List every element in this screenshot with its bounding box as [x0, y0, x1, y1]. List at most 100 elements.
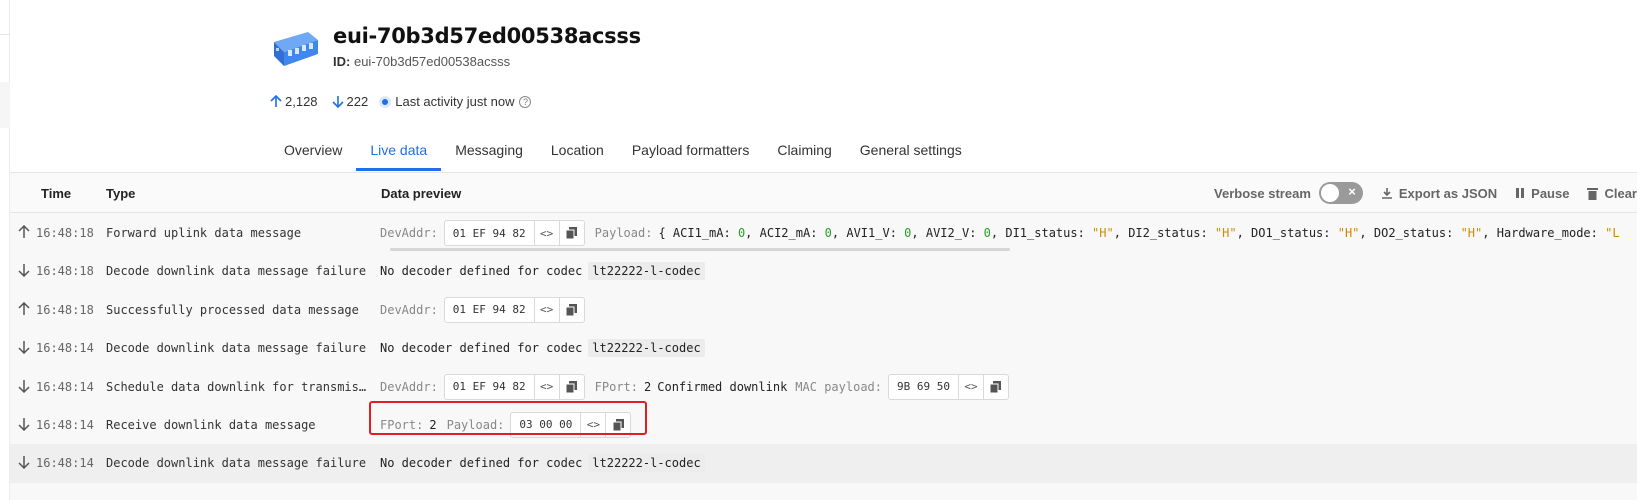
copy-icon[interactable]	[558, 374, 584, 399]
row-time: 16:48:14	[36, 456, 94, 471]
sidebar-edge	[0, 0, 10, 500]
table-row[interactable]: 16:48:18 Forward uplink data message Dev…	[10, 214, 1637, 252]
event-list: 16:48:18 Forward uplink data message Dev…	[10, 214, 1637, 483]
copy-icon[interactable]	[558, 297, 584, 322]
copy-icon[interactable]	[982, 374, 1008, 399]
clear-button[interactable]: Clear	[1587, 186, 1637, 201]
tab-messaging[interactable]: Messaging	[441, 130, 537, 170]
payload-field-key: DI2_status	[1128, 226, 1201, 240]
confirmed-downlink: Confirmed downlink	[657, 379, 788, 394]
activity-dot-icon	[382, 98, 389, 105]
fport-value: 2	[644, 379, 652, 394]
horizontal-scrollbar[interactable]	[390, 248, 1010, 251]
trash-icon	[1587, 187, 1599, 200]
arrow-up-icon	[270, 95, 282, 107]
device-id-value: eui-70b3d57ed00538acsss	[353, 54, 511, 69]
table-row[interactable]: 16:48:14 Decode downlink data message fa…	[10, 444, 1637, 483]
payload-field-value: "H"	[1337, 226, 1360, 240]
pause-button[interactable]: Pause	[1515, 186, 1569, 201]
row-type: Decode downlink data message failure	[106, 456, 367, 471]
tab-payload-formatters[interactable]: Payload formatters	[618, 130, 764, 170]
payload-field-key: AVI2_V	[925, 226, 970, 240]
devaddr-value: 01 EF 94 82	[452, 380, 526, 394]
arrow-down-icon	[18, 379, 30, 393]
arrow-down-icon	[18, 341, 30, 355]
code-toggle-icon[interactable]: <>	[533, 297, 559, 322]
device-id-label: ID:	[333, 54, 351, 69]
row-type: Decode downlink data message failure	[106, 341, 367, 356]
device-icon	[274, 32, 318, 66]
verbose-stream-toggle[interactable]: ×	[1318, 182, 1363, 204]
payload-field-key: ACI2_mA	[759, 226, 811, 240]
codec-name: lt22222-l-codec	[588, 339, 705, 358]
row-time: 16:48:18	[36, 302, 94, 317]
download-icon	[1381, 187, 1392, 199]
code-toggle-icon[interactable]: <>	[957, 374, 983, 399]
row-time: 16:48:18	[36, 226, 94, 240]
uplink-count: 2,128	[270, 94, 318, 109]
help-icon[interactable]: ?	[519, 95, 532, 108]
tab-general-settings[interactable]: General settings	[846, 130, 976, 170]
row-type: Successfully processed data message	[106, 302, 359, 317]
device-id: ID: eui-70b3d57ed00538acsss	[333, 54, 510, 69]
verbose-stream-label: Verbose stream	[1214, 185, 1311, 201]
device-title: eui-70b3d57ed00538acsss	[333, 24, 641, 48]
payload-field-value: "H"	[1460, 226, 1483, 240]
codec-name: lt22222-l-codec	[588, 454, 705, 473]
copy-icon[interactable]	[558, 221, 584, 245]
column-type: Type	[106, 186, 136, 201]
row-preview: DevAddr: 01 EF 94 82 <> Payload: { ACI1_…	[380, 219, 1620, 247]
toggle-knob	[1320, 184, 1339, 202]
payload-preview: { ACI1_mA: 0, ACI2_mA: 0, AVI1_V: 0, AVI…	[658, 226, 1620, 240]
table-row[interactable]: 16:48:18 Successfully processed data mes…	[10, 291, 1637, 329]
devaddr-label: DevAddr:	[380, 379, 438, 394]
table-row[interactable]: 16:48:14 Receive downlink data message F…	[10, 406, 1637, 444]
codec-name: lt22222-l-codec	[588, 262, 705, 281]
table-row[interactable]: 16:48:18 Decode downlink data message fa…	[10, 252, 1637, 290]
devaddr-box: 01 EF 94 82 <>	[443, 220, 585, 246]
table-row[interactable]: 16:48:14 Schedule data downlink for tran…	[10, 368, 1637, 406]
tab-live-data[interactable]: Live data	[356, 130, 442, 171]
payload-field-value: 0	[904, 226, 912, 240]
live-data-panel: Time Type Data preview Verbose stream × …	[10, 173, 1637, 500]
arrow-up-icon	[18, 301, 30, 315]
row-time: 16:48:18	[36, 264, 94, 279]
payload-field-key: AVI1_V	[846, 226, 890, 240]
decoder-message: No decoder defined for codec	[380, 264, 583, 279]
close-icon: ×	[1348, 184, 1356, 199]
highlight-box	[369, 401, 647, 435]
payload-field-value: 0	[824, 226, 832, 240]
tab-claiming[interactable]: Claiming	[763, 130, 845, 170]
pause-icon	[1516, 188, 1525, 198]
row-preview: No decoder defined for codec lt22222-l-c…	[380, 449, 705, 477]
downlink-count: 222	[331, 94, 368, 109]
row-time: 16:48:14	[36, 379, 94, 394]
tab-overview[interactable]: Overview	[270, 130, 356, 170]
payload-field-value: "H"	[1214, 226, 1237, 240]
pause-label: Pause	[1531, 185, 1570, 201]
row-type: Receive downlink data message	[106, 417, 316, 432]
payload-label: Payload:	[594, 226, 653, 240]
code-toggle-icon[interactable]: <>	[533, 374, 559, 399]
arrow-up-icon	[18, 225, 30, 238]
code-toggle-icon[interactable]: <>	[533, 221, 559, 245]
row-preview: No decoder defined for codec lt22222-l-c…	[380, 257, 705, 285]
arrow-down-icon	[18, 417, 30, 431]
devaddr-box: 01 EF 94 82 <>	[443, 373, 585, 400]
export-json-button[interactable]: Export as JSON	[1381, 186, 1497, 201]
row-type: Decode downlink data message failure	[106, 264, 367, 279]
devaddr-label: DevAddr:	[380, 302, 438, 317]
table-row[interactable]: 16:48:14 Decode downlink data message fa…	[10, 329, 1637, 367]
payload-field-key: DI1_status	[1005, 226, 1078, 240]
decoder-message: No decoder defined for codec	[380, 456, 583, 471]
payload-field-value: 0	[737, 226, 746, 240]
arrow-down-icon	[18, 456, 30, 470]
payload-field-value: 0	[983, 226, 991, 240]
fport-label: FPort:	[594, 379, 639, 394]
mac-payload-value: 9B 69 50	[897, 380, 950, 394]
stream-controls: Verbose stream × Export as JSON Pause Cl…	[1214, 173, 1637, 213]
row-preview: No decoder defined for codec lt22222-l-c…	[380, 334, 705, 362]
row-preview: DevAddr: 01 EF 94 82 <>	[380, 296, 595, 324]
tab-location[interactable]: Location	[537, 130, 618, 170]
devaddr-label: DevAddr:	[380, 226, 438, 240]
